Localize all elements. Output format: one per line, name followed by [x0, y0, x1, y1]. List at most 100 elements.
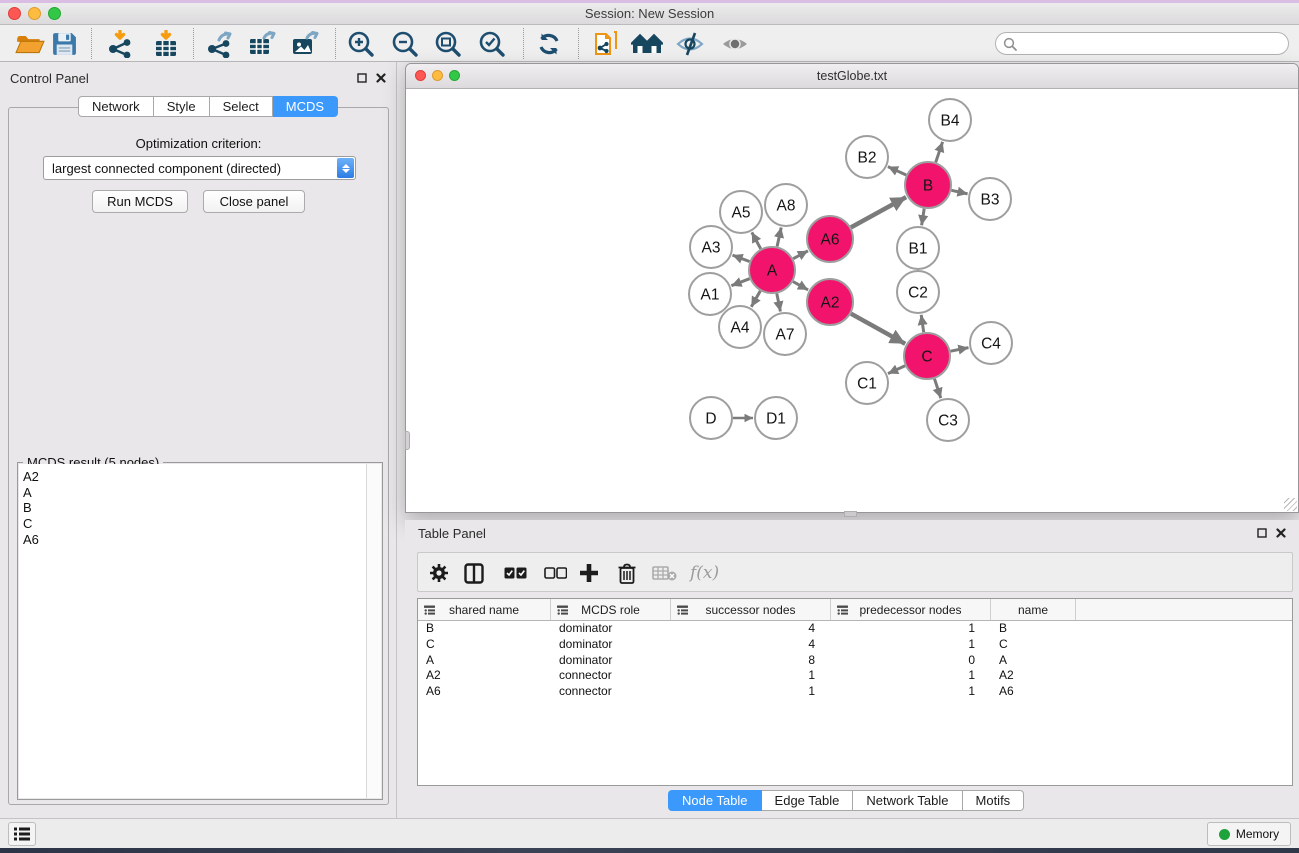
table-row[interactable]: Cdominator41C — [418, 637, 1292, 653]
graph-edge-A-A5[interactable] — [752, 232, 761, 249]
tab-edge-table[interactable]: Edge Table — [762, 790, 854, 811]
graph-node-C[interactable]: C — [904, 333, 950, 379]
graph-edge-B-B3[interactable] — [951, 190, 967, 194]
cell-shared-name[interactable]: A2 — [418, 668, 551, 684]
graph-node-A7[interactable]: A7 — [764, 313, 806, 355]
node-table-header[interactable]: shared nameMCDS rolesuccessor nodesprede… — [418, 599, 1292, 621]
search-field[interactable] — [995, 32, 1289, 55]
table-row[interactable]: A6connector11A6 — [418, 684, 1292, 700]
column-header-shared-name[interactable]: shared name — [418, 599, 551, 620]
mcds-result-item[interactable]: A6 — [19, 532, 381, 548]
float-panel-icon[interactable] — [1257, 528, 1267, 538]
toggle-column-view-button[interactable] — [464, 560, 484, 586]
cell-successor-nodes[interactable]: 4 — [671, 621, 831, 637]
mcds-result-item[interactable]: C — [19, 516, 381, 532]
graph-node-B1[interactable]: B1 — [897, 227, 939, 269]
graph-edge-B-B1[interactable] — [922, 209, 925, 226]
tab-style[interactable]: Style — [154, 96, 210, 117]
graph-edge-A-A6[interactable] — [793, 251, 808, 259]
cell-successor-nodes[interactable]: 1 — [671, 668, 831, 684]
zoom-fit-button[interactable] — [430, 29, 466, 59]
open-session-button[interactable] — [12, 29, 48, 59]
save-session-button[interactable] — [46, 29, 82, 59]
column-header-MCDS-role[interactable]: MCDS role — [551, 599, 671, 620]
column-header-name[interactable]: name — [991, 599, 1076, 620]
graph-edge-A-A8[interactable] — [777, 228, 781, 247]
select-all-columns-button[interactable] — [504, 560, 527, 586]
mcds-result-list[interactable]: A2ABCA6 — [19, 464, 381, 798]
graph-edge-A-A1[interactable] — [731, 279, 749, 286]
memory-button[interactable]: Memory — [1207, 822, 1291, 846]
cell-shared-name[interactable]: A6 — [418, 684, 551, 700]
column-header-predecessor-nodes[interactable]: predecessor nodes — [831, 599, 991, 620]
graph-node-C3[interactable]: C3 — [927, 399, 969, 441]
tab-network[interactable]: Network — [78, 96, 154, 117]
graph-node-C4[interactable]: C4 — [970, 322, 1012, 364]
cell-successor-nodes[interactable]: 4 — [671, 637, 831, 653]
create-column-button[interactable] — [579, 560, 599, 586]
cell-predecessor-nodes[interactable]: 1 — [831, 668, 991, 684]
criterion-dropdown[interactable]: largest connected component (directed) — [43, 156, 356, 180]
cell-name[interactable]: C — [991, 637, 1076, 653]
import-table-button[interactable] — [148, 29, 184, 59]
cell-successor-nodes[interactable]: 8 — [671, 653, 831, 669]
cell-successor-nodes[interactable]: 1 — [671, 684, 831, 700]
zoom-out-button[interactable] — [387, 29, 423, 59]
cell-name[interactable]: A — [991, 653, 1076, 669]
graph-edge-A6-B[interactable] — [851, 197, 906, 227]
export-network-button[interactable] — [202, 29, 238, 59]
network-graph-canvas[interactable]: B4B2BB3A8A5A6A3B1AC2A1A2A4A7C4CC1C3DD1 — [406, 89, 1298, 512]
cell-predecessor-nodes[interactable]: 1 — [831, 621, 991, 637]
graph-node-C2[interactable]: C2 — [897, 271, 939, 313]
close-panel-icon[interactable] — [376, 73, 386, 83]
cell-shared-name[interactable]: A — [418, 653, 551, 669]
table-row[interactable]: Adominator80A — [418, 653, 1292, 669]
graph-node-A3[interactable]: A3 — [690, 226, 732, 268]
show-graphics-details-button[interactable] — [717, 29, 753, 59]
cell-shared-name[interactable]: B — [418, 621, 551, 637]
graph-node-A4[interactable]: A4 — [719, 306, 761, 348]
graph-node-D[interactable]: D — [690, 397, 732, 439]
tab-node-table[interactable]: Node Table — [668, 790, 762, 811]
export-image-button[interactable] — [287, 29, 323, 59]
cell-shared-name[interactable]: C — [418, 637, 551, 653]
node-table[interactable]: shared nameMCDS rolesuccessor nodesprede… — [417, 598, 1293, 786]
graph-node-A[interactable]: A — [749, 247, 795, 293]
graph-edge-C-C3[interactable] — [935, 379, 941, 398]
graph-node-A8[interactable]: A8 — [765, 184, 807, 226]
import-network-button[interactable] — [103, 29, 139, 59]
graph-edge-C-C4[interactable] — [951, 348, 969, 352]
new-network-from-selection-button[interactable] — [588, 29, 624, 59]
deselect-all-columns-button[interactable] — [544, 560, 567, 586]
mcds-result-item[interactable]: B — [19, 500, 381, 516]
refresh-view-button[interactable] — [531, 29, 567, 59]
mcds-result-scrollbar[interactable] — [366, 464, 381, 798]
cell-predecessor-nodes[interactable]: 1 — [831, 684, 991, 700]
graph-node-B3[interactable]: B3 — [969, 178, 1011, 220]
window-bottom-scrollbar-nub[interactable] — [844, 511, 857, 517]
cell-MCDS-role[interactable]: connector — [551, 684, 671, 700]
table-settings-button[interactable] — [428, 560, 450, 586]
cell-predecessor-nodes[interactable]: 1 — [831, 637, 991, 653]
graph-node-A5[interactable]: A5 — [720, 191, 762, 233]
cell-name[interactable]: A2 — [991, 668, 1076, 684]
table-row[interactable]: Bdominator41B — [418, 621, 1292, 637]
graph-node-B[interactable]: B — [905, 162, 951, 208]
tab-network-table[interactable]: Network Table — [853, 790, 962, 811]
float-panel-icon[interactable] — [357, 73, 367, 83]
window-resize-grip[interactable] — [1284, 498, 1297, 511]
graph-edge-A-A7[interactable] — [777, 294, 781, 312]
network-window-titlebar[interactable]: testGlobe.txt — [406, 64, 1298, 89]
mcds-result-item[interactable]: A — [19, 485, 381, 501]
cell-MCDS-role[interactable]: dominator — [551, 637, 671, 653]
table-row[interactable]: A2connector11A2 — [418, 668, 1292, 684]
graph-edge-B-B2[interactable] — [888, 167, 906, 175]
graph-node-A2[interactable]: A2 — [807, 279, 853, 325]
column-header-successor-nodes[interactable]: successor nodes — [671, 599, 831, 620]
graph-edge-A-A4[interactable] — [751, 291, 760, 307]
mcds-result-item[interactable]: A2 — [19, 469, 381, 485]
graph-edge-C-C1[interactable] — [888, 366, 905, 374]
graph-node-A6[interactable]: A6 — [807, 216, 853, 262]
tab-motifs[interactable]: Motifs — [963, 790, 1025, 811]
cell-MCDS-role[interactable]: dominator — [551, 621, 671, 637]
